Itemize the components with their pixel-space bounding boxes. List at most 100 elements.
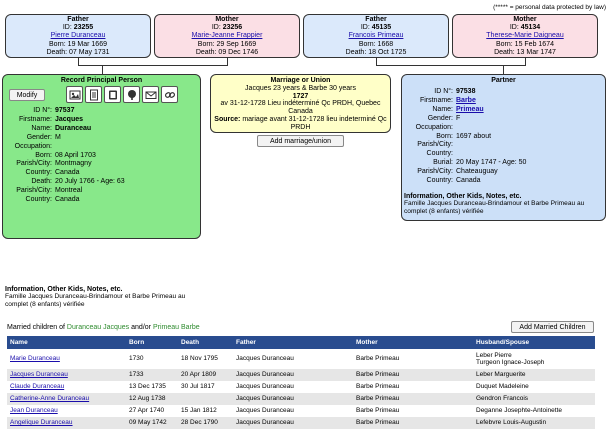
child-name-link[interactable]: Jean Duranceau [10, 407, 58, 414]
connector-line [376, 58, 377, 65]
field-row-death: Death: 20 July 1766 - Age: 63 [5, 178, 124, 187]
partner-father-born: Born: 1668 [358, 40, 394, 48]
notes-icon[interactable] [104, 86, 121, 103]
privacy-note: (***** = personal data protected by law) [493, 4, 606, 11]
partner-fields: ID N°: 97538 Firstname: Barbe Name: Primeau Ge… [404, 88, 527, 186]
tree-icon[interactable] [123, 86, 140, 103]
table-row: Angelique Duranceau 09 May 1742 28 Dec 179… [7, 417, 595, 429]
partner-mother-name-link[interactable]: Therese-Marie Daigneau [486, 32, 563, 39]
partner-mother-born: Born: 15 Feb 1674 [496, 40, 554, 48]
table-cell-name: Angelique Duranceau [7, 417, 126, 429]
mother-name-link[interactable]: Marie-Jeanne Frappier [192, 32, 263, 39]
table-cell-death: 28 Dec 1790 [178, 417, 233, 429]
field-value: Duranceau [55, 124, 92, 132]
partner-mother-role: Mother [513, 16, 537, 23]
table-cell-born: 12 Aug 1738 [126, 393, 178, 405]
table-row: Marie Duranceau 1730 18 Nov 1795 Jacques Du… [7, 349, 595, 369]
father-born: Born: 19 Mar 1669 [49, 40, 107, 48]
column-header-mother: Mother [353, 336, 473, 349]
marriage-source: Source: mariage avant 31-12-1728 lieu in… [214, 115, 387, 131]
table-cell-born: 09 May 1742 [126, 417, 178, 429]
children-mother-name: Primeau Barbe [152, 324, 200, 331]
field-row-id-n: ID N°: 97538 [404, 88, 526, 97]
table-row: Catherine-Anne Duranceau 12 Aug 1738 Jacqu… [7, 393, 595, 405]
field-row-parish-city: Parish/City: [404, 141, 526, 150]
field-value: Montreal [55, 187, 83, 195]
field-label: Firstname: [419, 96, 453, 104]
principal-info-title: Information, Other Kids, Notes, etc. [5, 286, 123, 293]
field-value[interactable]: Barbe [456, 97, 476, 106]
modify-button[interactable]: Modify [9, 89, 45, 101]
field-label: Occupation: [415, 123, 453, 131]
field-value: 08 April 1703 [55, 151, 96, 159]
column-header-father: Father [233, 336, 353, 349]
children-table: Name Born Death Father Mother Husband/Spouse … [7, 336, 595, 429]
children-title: Married children of Duranceau Jacques an… [7, 324, 200, 331]
field-row-country: Country: Canada [5, 169, 125, 178]
marriage-ages: Jacques 23 years & Barbe 30 years [245, 84, 356, 92]
column-header-born: Born [126, 336, 178, 349]
partner-father-name-link[interactable]: Francois Primeau [349, 32, 404, 39]
child-name-link[interactable]: Marie Duranceau [10, 355, 60, 362]
child-name-link[interactable]: Claude Duranceau [10, 383, 64, 390]
table-cell-death: 15 Jan 1812 [181, 407, 217, 415]
table-cell-husband-spouse: Duquet Madeleine [476, 383, 529, 391]
table-cell-mother: Barbe Primeau [353, 393, 473, 405]
table-cell-father: Jacques Duranceau [236, 407, 294, 415]
table-row: Jean Duranceau 27 Apr 1740 15 Jan 1812 Jacq… [7, 405, 595, 417]
mother-box: Mother ID: 23256 Marie-Jeanne Frappier B… [154, 14, 300, 58]
photo-icon[interactable] [66, 86, 83, 103]
field-value: Chateauguay [456, 168, 498, 176]
field-label: Country: [25, 196, 52, 204]
partner-title: Partner [491, 77, 516, 84]
partner-info-title: Information, Other Kids, Notes, etc. [404, 193, 522, 200]
father-id: ID: 23255 [62, 24, 94, 32]
mother-death: Death: 09 Dec 1746 [195, 48, 259, 56]
link-icon[interactable] [161, 86, 178, 103]
field-label: Occupation: [14, 142, 52, 150]
table-cell-name: Claude Duranceau [7, 381, 126, 393]
add-marriage-button[interactable]: Add marriage/union [257, 135, 344, 147]
table-cell-father: Jacques Duranceau [233, 417, 353, 429]
partner-father-role: Father [365, 16, 387, 23]
field-value: Canada [55, 196, 80, 204]
table-cell-name: Jean Duranceau [7, 405, 126, 417]
table-cell-husband-spouse: Deganne Josephte-Antoinette [476, 407, 563, 415]
field-row-country: Country: Canada [404, 177, 526, 186]
field-label: Parish/City: [16, 187, 52, 195]
connector-line [525, 58, 526, 65]
table-cell-father: Jacques Duranceau [233, 369, 353, 381]
field-label: Parish/City: [417, 168, 453, 176]
child-name-link[interactable]: Catherine-Anne Duranceau [10, 395, 89, 402]
add-married-children-button[interactable]: Add Married Children [511, 321, 594, 333]
field-label: Name: [31, 124, 52, 132]
connector-line [503, 65, 504, 74]
principal-person-box: Record Principal Person Modify ID N°: 975… [2, 74, 201, 308]
field-label: Death: [31, 178, 52, 186]
field-row-burial: Burial: 20 May 1747 - Age: 50 [404, 159, 526, 168]
mother-role: Mother [215, 16, 239, 23]
field-row-firstname: Firstname: Barbe [404, 97, 526, 106]
field-row-occupation: Occupation: [5, 143, 125, 152]
table-cell-name: Catherine-Anne Duranceau [7, 393, 126, 405]
father-name-link[interactable]: Pierre Duranceau [51, 32, 106, 39]
field-label: Firstname: [18, 115, 52, 123]
document-icon[interactable] [85, 86, 102, 103]
field-row-firstname: Firstname: Jacques [5, 116, 125, 125]
table-cell-mother: Barbe Primeau [356, 407, 400, 415]
column-header-death: Death [178, 336, 233, 349]
field-row-name: Name: Duranceau [5, 125, 125, 134]
partner-info: Information, Other Kids, Notes, etc. Fam… [404, 193, 604, 216]
mother-id: ID: 23256 [211, 24, 243, 32]
field-value: Montmagny [55, 160, 92, 168]
marriage-box: Marriage or Union Jacques 23 years & Bar… [210, 74, 391, 133]
field-value[interactable]: Primeau [456, 106, 484, 115]
field-row-born: Born: 08 April 1703 [5, 152, 125, 161]
child-name-link[interactable]: Angelique Duranceau [10, 419, 73, 426]
field-label: ID N°: [434, 88, 453, 95]
mail-icon[interactable] [142, 86, 159, 103]
field-row-gender: Gender: M [5, 134, 125, 143]
field-row-parish-city: Parish/City: Montreal [5, 187, 125, 196]
table-cell-father: Jacques Duranceau [236, 383, 294, 391]
child-name-link[interactable]: Jacques Duranceau [10, 371, 68, 378]
